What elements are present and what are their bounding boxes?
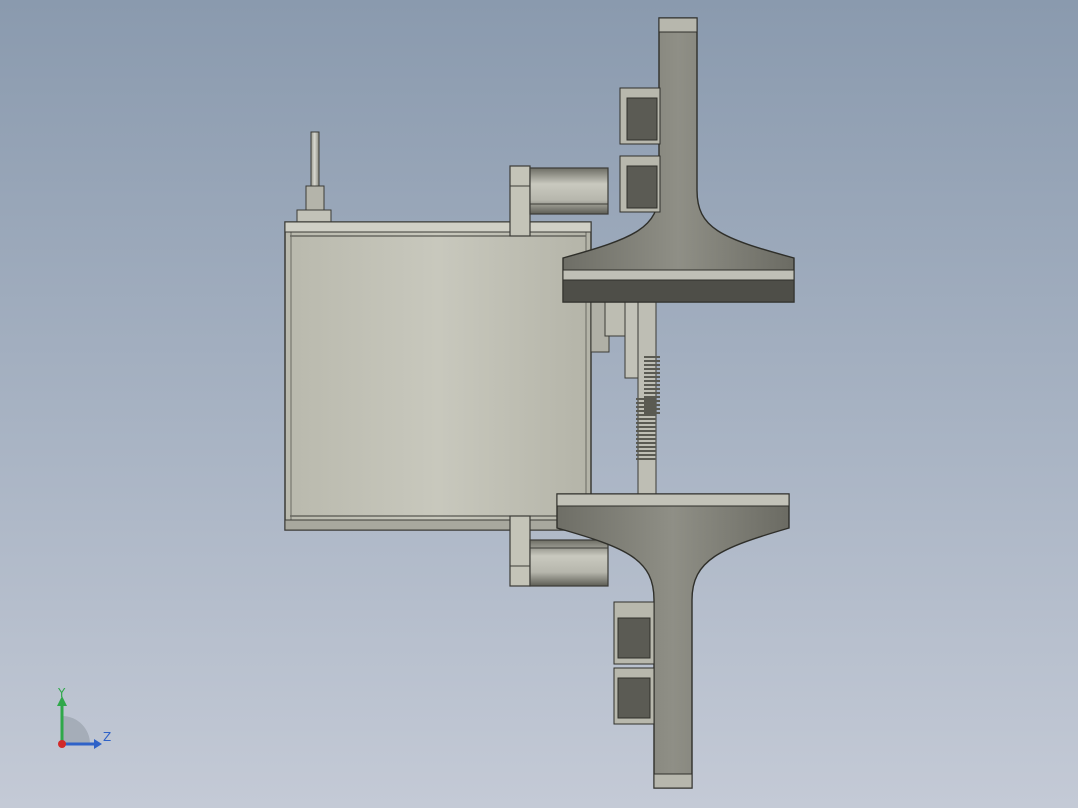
gear-tooth (644, 364, 660, 366)
gear-tooth (644, 388, 660, 390)
gear-tooth (636, 402, 656, 404)
gear-tooth (636, 430, 656, 432)
gear-tooth (644, 360, 660, 362)
axis-triad: Y Z (48, 684, 118, 754)
gear-tooth (636, 438, 656, 440)
gear-tooth (636, 406, 656, 408)
antenna-rod (296, 131, 332, 223)
gear-tooth (644, 400, 660, 402)
gear-tooth (636, 458, 656, 460)
wheel-upper[interactable] (562, 17, 795, 303)
gear-tooth (636, 422, 656, 424)
gear-tooth (636, 446, 656, 448)
y-axis-label: Y (58, 686, 66, 700)
x-axis-marker (58, 740, 66, 748)
mounting-ear-top (509, 165, 531, 237)
gear-tooth (636, 410, 656, 412)
servo-wheel-assembly-model[interactable] (0, 0, 1078, 808)
gear-tooth (636, 442, 656, 444)
gear-tooth (636, 434, 656, 436)
gear-tooth (644, 404, 660, 406)
gear-tooth (644, 384, 660, 386)
wheel-lower[interactable] (556, 493, 790, 789)
mounting-ear-bottom (509, 515, 531, 587)
cad-viewport[interactable]: Y Z (0, 0, 1078, 808)
z-axis-label: Z (103, 730, 112, 744)
gear-tooth (644, 368, 660, 370)
gear-tooth (644, 380, 660, 382)
standoff-top (529, 167, 609, 215)
gear-tooth (636, 450, 656, 452)
gear-tooth (644, 392, 660, 394)
standoff-bottom (529, 539, 609, 587)
gear-tooth (636, 454, 656, 456)
gear-tooth (644, 408, 660, 410)
gear-tooth (644, 372, 660, 374)
gear-tooth (644, 356, 660, 358)
gear-tooth (636, 414, 656, 416)
gear-tooth (636, 426, 656, 428)
gear-tooth (644, 412, 660, 414)
servo-body[interactable] (284, 221, 592, 531)
gear-tooth (636, 418, 656, 420)
gear-tooth (644, 376, 660, 378)
gear-tooth (636, 398, 656, 400)
gear-tooth (644, 396, 660, 398)
